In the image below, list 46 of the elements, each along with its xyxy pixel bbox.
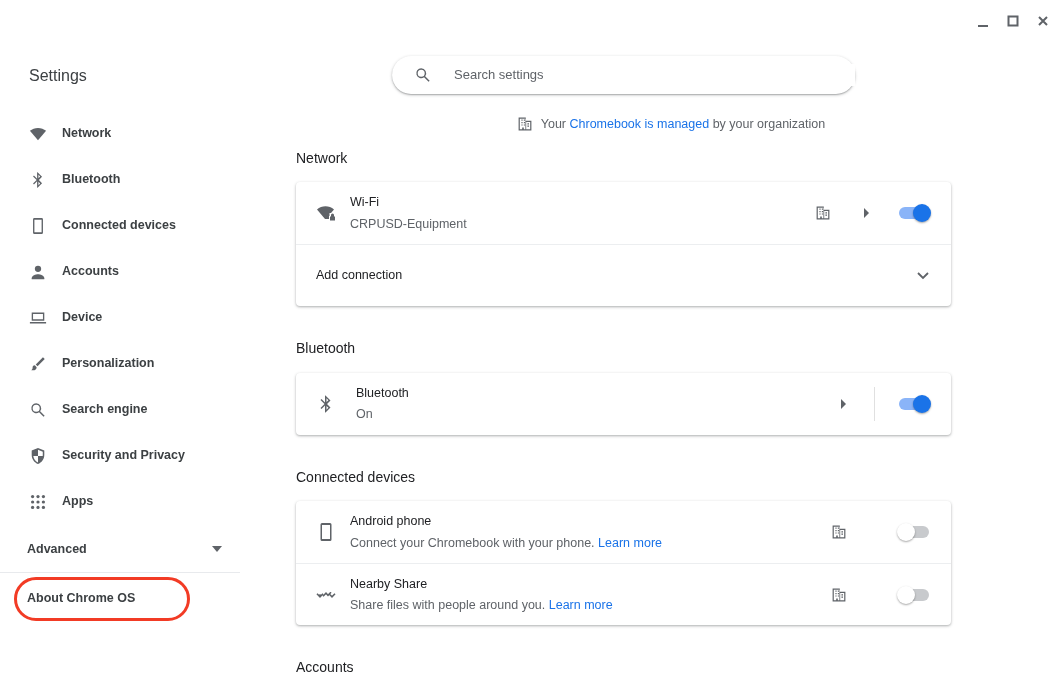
- sidebar-item[interactable]: Bluetooth: [0, 156, 240, 203]
- sidebar-item[interactable]: Device: [0, 294, 240, 341]
- row-subtitle: Connect your Chromebook with your phone. Learn more: [350, 534, 662, 552]
- arrow-icon[interactable]: [863, 208, 871, 219]
- sidebar-item[interactable]: Connected devices: [0, 202, 240, 249]
- arrow-icon[interactable]: [840, 398, 848, 409]
- row-subtitle: On: [356, 406, 373, 424]
- apps-icon: [29, 492, 47, 511]
- advanced-toggle[interactable]: Advanced: [0, 526, 240, 573]
- toggle-switch[interactable]: [897, 394, 931, 413]
- managed-notice: Your Chromebook is managed by your organization: [540, 116, 826, 133]
- managed-link[interactable]: Chromebook is managed: [569, 117, 710, 131]
- learn-more-link[interactable]: Learn more: [598, 535, 662, 550]
- building-icon: [516, 116, 533, 133]
- search-icon: [29, 400, 47, 419]
- section-title: Connected devices: [296, 467, 416, 487]
- row-subtitle: CRPUSD-Equipment: [350, 215, 467, 233]
- sidebar-title: Settings: [29, 66, 87, 86]
- row-title: Bluetooth: [356, 384, 409, 402]
- caret-icon: [212, 546, 222, 552]
- sidebar-item[interactable]: Search engine: [0, 386, 240, 433]
- nearby-share-icon: [316, 591, 336, 598]
- sidebar-item[interactable]: About Chrome OS: [14, 576, 190, 621]
- maximize-icon[interactable]: [1006, 14, 1020, 28]
- row-title: Android phone: [350, 513, 432, 530]
- shield-icon: [29, 446, 47, 465]
- row-title: Add connection: [316, 267, 404, 285]
- toggle-switch[interactable]: [897, 585, 931, 604]
- learn-more-link[interactable]: Learn more: [548, 598, 613, 613]
- toggle-switch[interactable]: [897, 523, 931, 542]
- row-title: Wi-Fi: [350, 194, 380, 211]
- sidebar-item[interactable]: Personalization: [0, 340, 240, 387]
- sidebar-item[interactable]: Accounts: [0, 248, 240, 295]
- sidebar-item[interactable]: Network: [0, 110, 240, 157]
- wifi-lock-icon: [316, 203, 336, 224]
- sidebar-item[interactable]: Apps: [0, 478, 240, 525]
- close-icon[interactable]: [1036, 14, 1050, 28]
- row-title: Nearby Share: [350, 575, 428, 593]
- sidebar-item[interactable]: Security and Privacy: [0, 432, 240, 479]
- section-title: Network: [296, 148, 348, 168]
- chevron-icon[interactable]: [917, 271, 929, 280]
- section-title: Accounts: [296, 658, 354, 678]
- section-title: Bluetooth: [296, 339, 356, 359]
- toggle-switch[interactable]: [897, 204, 931, 223]
- row-subtitle: Share files with people around you. Learn more: [350, 597, 613, 615]
- search-icon: [414, 66, 432, 84]
